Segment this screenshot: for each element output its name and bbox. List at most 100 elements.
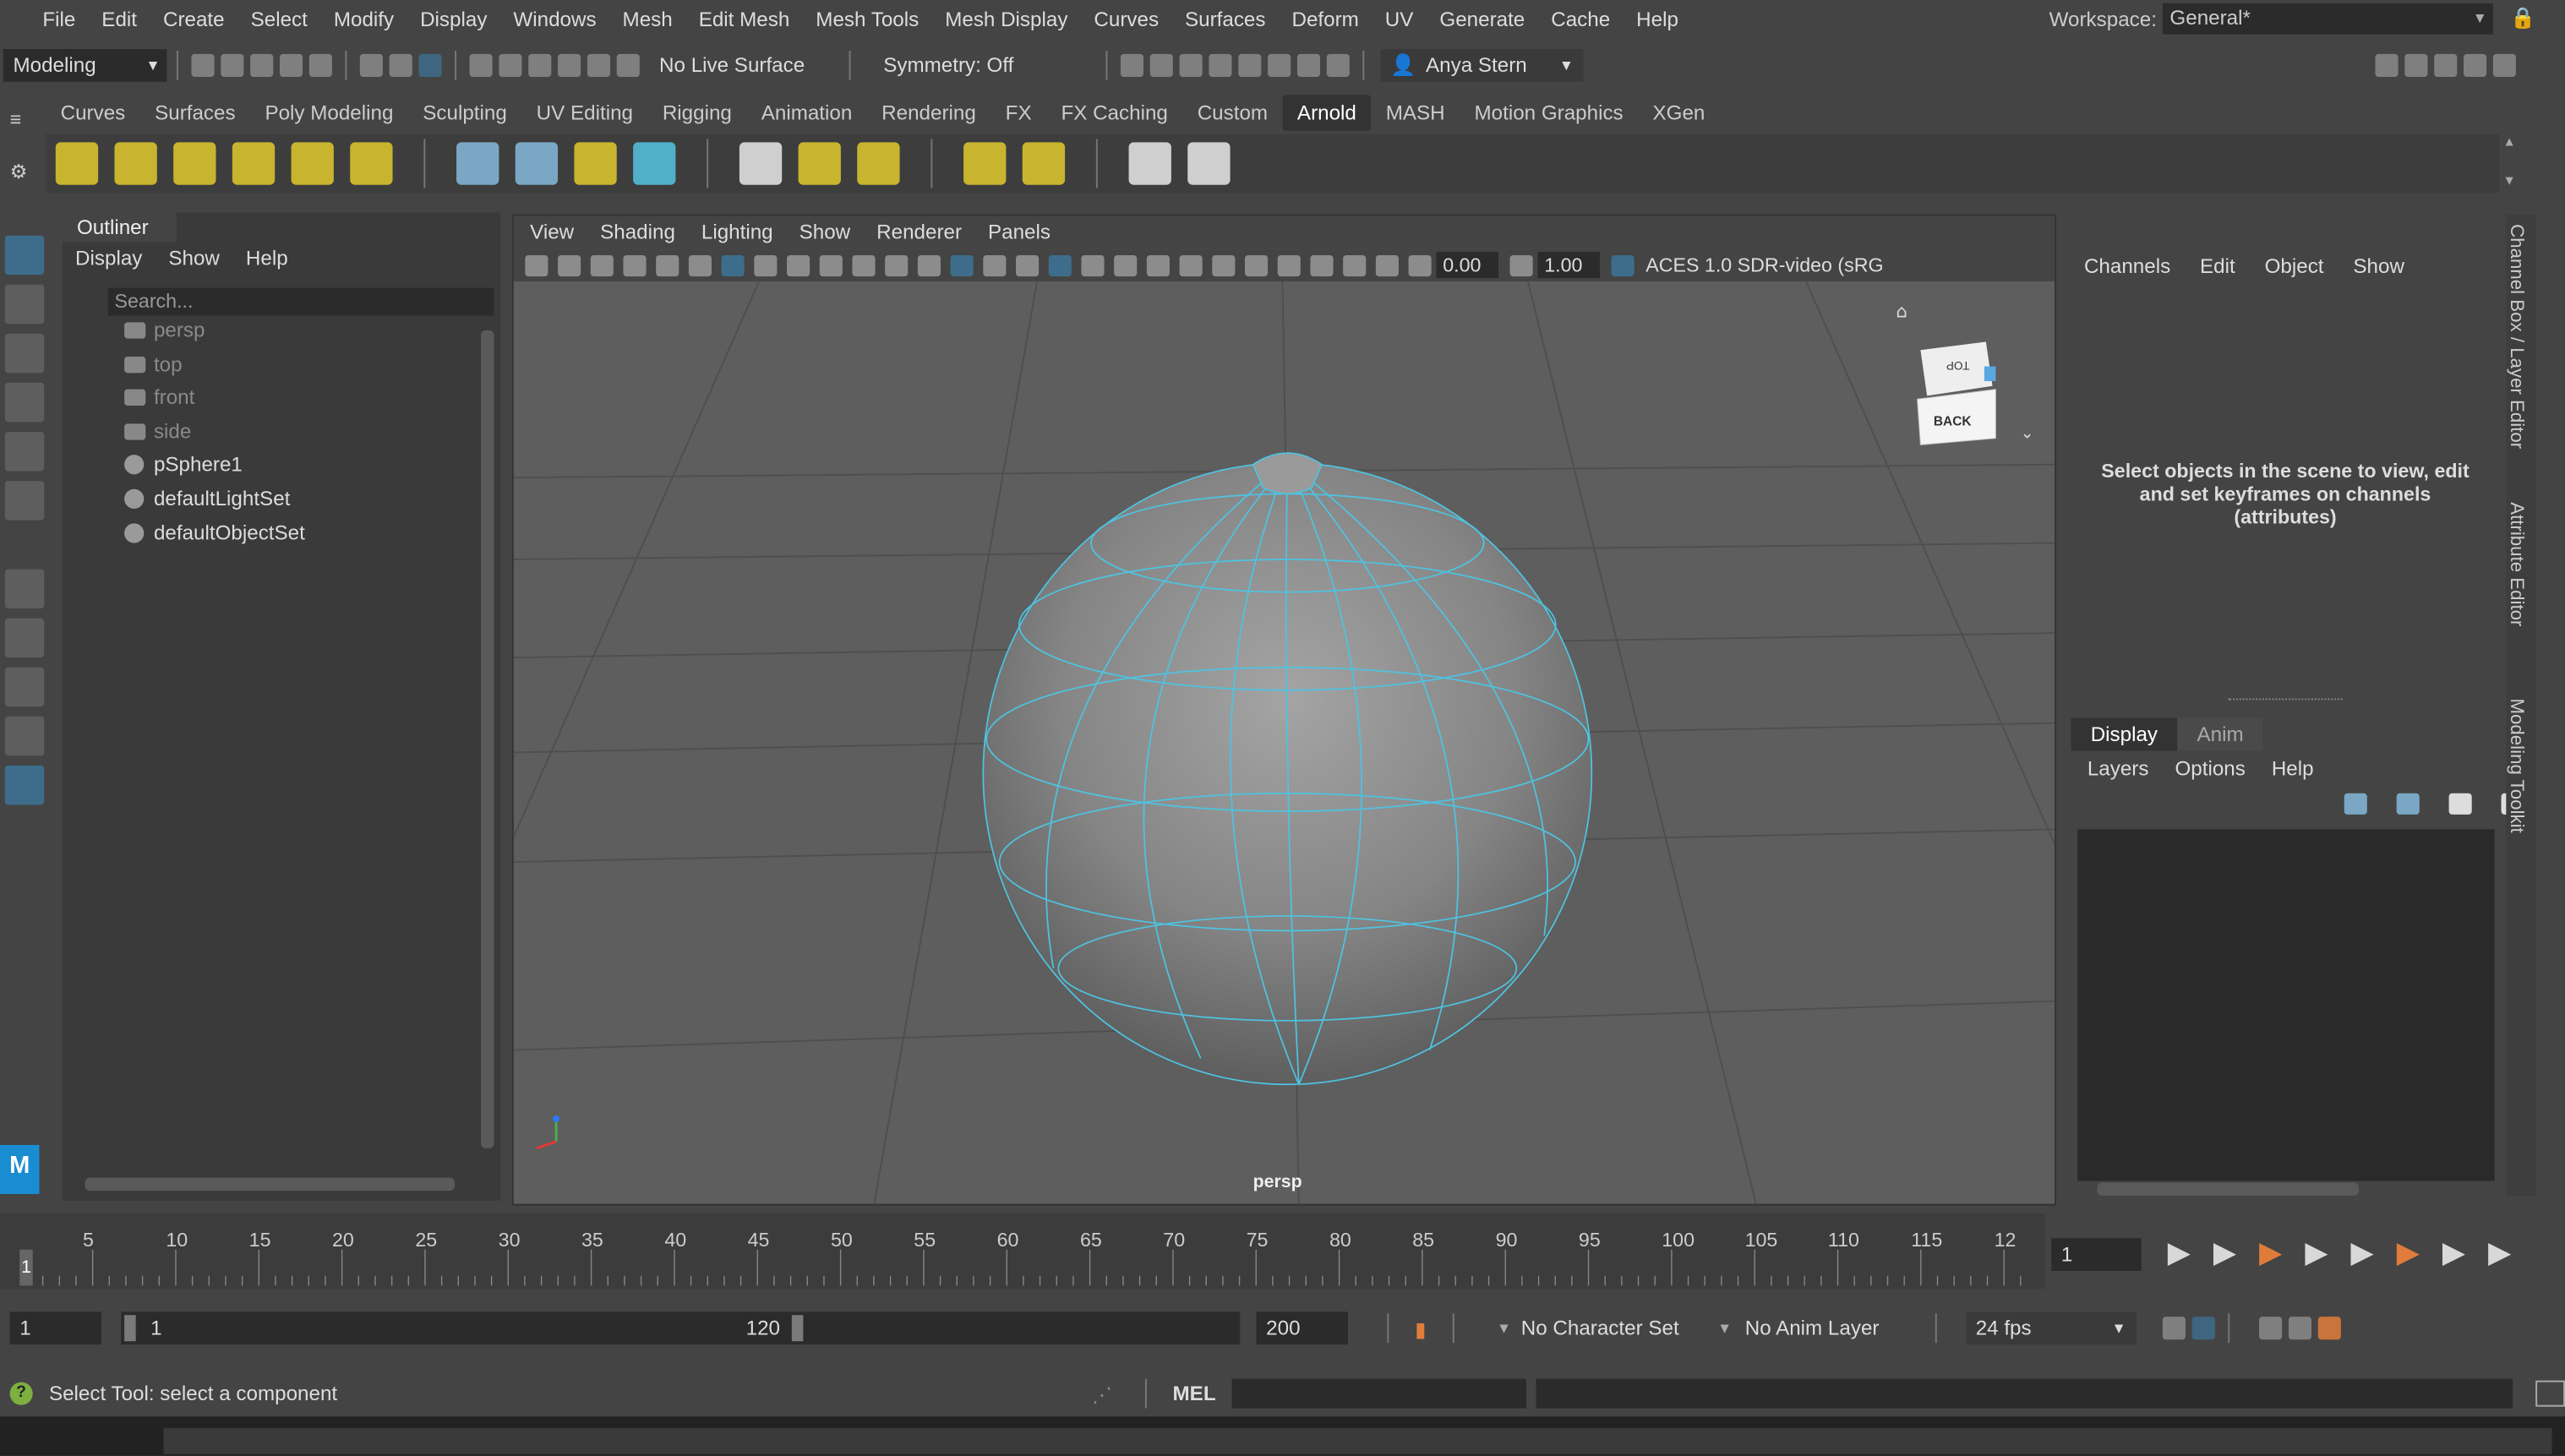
bookmark-icon[interactable]: [590, 254, 614, 276]
time-slider[interactable]: 5 10 15 20 25 30 35 40 45 50 55 60 65 70 75 80 85 90 95 100…: [0, 1213, 2045, 1290]
arnold-render-view-icon[interactable]: [1128, 142, 1171, 185]
use-all-lights-icon[interactable]: [1081, 254, 1105, 276]
menu-edit-mesh[interactable]: Edit Mesh: [685, 0, 803, 39]
viewport-menu-view[interactable]: View: [521, 215, 584, 248]
render-setup-icon[interactable]: [1268, 53, 1291, 77]
anim-layer-dropdown[interactable]: No Anim Layer: [1745, 1317, 1909, 1339]
four-view-layout-icon[interactable]: [4, 667, 45, 707]
animation-preferences-icon[interactable]: [2288, 1317, 2311, 1340]
hypershade-icon[interactable]: [1238, 53, 1262, 77]
loop-icon[interactable]: [2162, 1317, 2186, 1340]
layer-tab-display[interactable]: Display: [2071, 717, 2178, 751]
side-tab-attribute-editor[interactable]: Attribute Editor: [2506, 493, 2525, 673]
channel-box-menu-channels[interactable]: Channels: [2084, 255, 2170, 278]
script-language-toggle[interactable]: MEL: [1173, 1382, 1216, 1405]
step-back-frame-icon[interactable]: [2259, 1243, 2283, 1267]
snap-grid-icon[interactable]: [469, 53, 493, 77]
snap-view-icon[interactable]: [558, 53, 581, 77]
menu-file[interactable]: File: [30, 0, 89, 39]
range-handle-right[interactable]: [791, 1315, 804, 1342]
menu-modify[interactable]: Modify: [320, 0, 407, 39]
outliner-scrollbar[interactable]: [481, 330, 494, 1148]
arnold-light-portal-icon[interactable]: [291, 142, 334, 185]
modeling-toolkit-icon[interactable]: [2375, 53, 2399, 77]
auto-key-icon[interactable]: [2317, 1317, 2341, 1340]
layer-hscrollbar[interactable]: [2097, 1182, 2360, 1196]
isolate-select-icon[interactable]: [1277, 254, 1301, 276]
shadows-icon[interactable]: [1114, 254, 1138, 276]
shelf-tab-arnold[interactable]: Arnold: [1282, 95, 1372, 131]
shelf-tab-surfaces[interactable]: Surfaces: [140, 95, 250, 131]
pause-icon[interactable]: [1326, 53, 1350, 77]
xray-components-icon[interactable]: [1375, 254, 1399, 276]
new-layer-icon[interactable]: [2448, 793, 2472, 815]
gamma-field[interactable]: 1.00: [1537, 252, 1601, 279]
select-hierarchy-icon[interactable]: [359, 53, 383, 77]
go-to-start-icon[interactable]: [2167, 1243, 2191, 1267]
menu-surfaces[interactable]: Surfaces: [1172, 0, 1279, 39]
arnold-skydome-light-icon[interactable]: [55, 142, 99, 185]
help-icon[interactable]: ?: [9, 1382, 33, 1405]
resize-handle-icon[interactable]: ⋰: [1092, 1382, 1112, 1406]
color-management-icon[interactable]: [1611, 254, 1635, 276]
save-scene-icon[interactable]: [250, 53, 274, 77]
move-layer-up-icon[interactable]: [2344, 793, 2367, 815]
snap-point-icon[interactable]: [528, 53, 552, 77]
view-cube[interactable]: TOP BACK ⌂ ⌄: [1896, 302, 2034, 446]
layer-editor-icon[interactable]: [2492, 53, 2516, 77]
perspective-viewport[interactable]: View Shading Lighting Show Renderer Panels 0.…: [511, 214, 2057, 1206]
shelf-settings-icon[interactable]: ⚙: [10, 161, 28, 183]
ambient-occlusion-icon[interactable]: [1146, 254, 1170, 276]
shelf-tab-animation[interactable]: Animation: [746, 95, 866, 131]
wireframe-icon[interactable]: [917, 254, 941, 276]
arnold-tx-remove-icon[interactable]: [857, 142, 900, 185]
channel-box-menu-show[interactable]: Show: [2353, 255, 2404, 278]
lock-icon[interactable]: 🔒: [2510, 7, 2535, 31]
gate-mask-icon[interactable]: [819, 254, 843, 276]
arnold-tx-manager-icon[interactable]: [798, 142, 841, 185]
keyframe-bookmark-icon[interactable]: ▮: [1415, 1316, 1426, 1340]
psphere1-mesh[interactable]: [982, 452, 1593, 1086]
open-scene-icon[interactable]: [221, 53, 244, 77]
shelf-tab-curves[interactable]: Curves: [46, 95, 139, 131]
safe-action-icon[interactable]: [885, 254, 909, 276]
image-plane-icon[interactable]: [623, 254, 647, 276]
arnold-photometric-light-icon[interactable]: [232, 142, 276, 185]
select-component-icon[interactable]: [418, 53, 442, 77]
outliner-item[interactable]: defaultObjectSet: [63, 516, 501, 550]
range-start-field[interactable]: 1: [9, 1311, 102, 1345]
arnold-area-light-icon[interactable]: [114, 142, 157, 185]
move-tool-icon[interactable]: [4, 382, 45, 423]
outliner-menu-help[interactable]: Help: [246, 247, 288, 270]
film-gate-icon[interactable]: [754, 254, 778, 276]
scale-tool-icon[interactable]: [4, 481, 45, 521]
menu-uv[interactable]: UV: [1372, 0, 1427, 39]
snap-surface-icon[interactable]: [587, 53, 610, 77]
undo-icon[interactable]: [279, 53, 303, 77]
shelf-tab-fx-caching[interactable]: FX Caching: [1046, 95, 1182, 131]
play-forwards-icon[interactable]: [2350, 1243, 2374, 1267]
shelf-tab-sculpting[interactable]: Sculpting: [408, 95, 521, 131]
menu-curves[interactable]: Curves: [1081, 0, 1172, 39]
step-back-key-icon[interactable]: [2213, 1243, 2236, 1267]
rotate-tool-icon[interactable]: [4, 431, 45, 472]
shelf-tab-rendering[interactable]: Rendering: [867, 95, 991, 131]
arnold-material-icon[interactable]: [963, 142, 1007, 185]
arnold-procedural-icon[interactable]: [633, 142, 676, 185]
ipr-render-icon[interactable]: [1179, 53, 1203, 77]
play-backwards-icon[interactable]: [2305, 1243, 2328, 1267]
layer-menu-layers[interactable]: Layers: [2087, 757, 2149, 780]
viewport-menu-lighting[interactable]: Lighting: [691, 215, 783, 248]
live-surface-label[interactable]: No Live Surface: [659, 54, 839, 77]
menu-mesh-tools[interactable]: Mesh Tools: [803, 0, 932, 39]
range-handle-left[interactable]: [124, 1315, 136, 1342]
shelf-tab-rigging[interactable]: Rigging: [647, 95, 746, 131]
default-material-icon[interactable]: [983, 254, 1007, 276]
grease-pencil-icon[interactable]: [688, 254, 712, 276]
viewport-menu-renderer[interactable]: Renderer: [867, 215, 972, 248]
fps-dropdown[interactable]: 24 fps ▼: [1966, 1311, 2137, 1345]
workspace-selector[interactable]: Workspace: General* ▼ 🔒: [2049, 3, 2535, 35]
new-scene-icon[interactable]: [191, 53, 215, 77]
outliner-item[interactable]: pSphere1: [63, 449, 501, 483]
outliner-item[interactable]: defaultLightSet: [63, 483, 501, 516]
